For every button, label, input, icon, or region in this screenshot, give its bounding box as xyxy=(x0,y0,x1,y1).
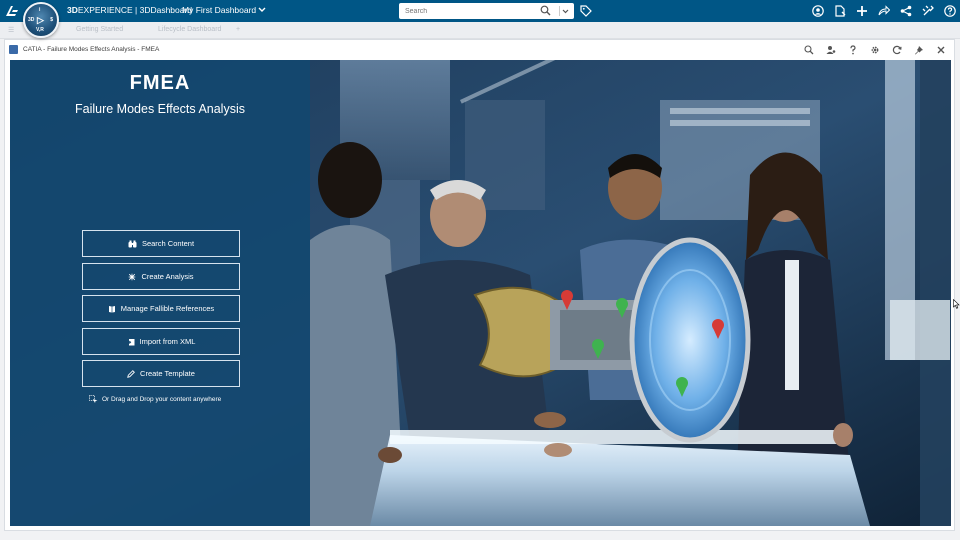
drag-drop-hint: Or Drag and Drop your content anywhere xyxy=(89,395,221,403)
search-options-dropdown[interactable] xyxy=(559,6,571,16)
close-icon[interactable] xyxy=(934,43,948,57)
widget-header: CATIA - Failure Modes Effects Analysis -… xyxy=(5,40,954,60)
dashboard-tab-strip: ☰ Getting Started Lifecycle Dashboard + xyxy=(0,22,960,39)
mouse-pointer-icon xyxy=(953,296,960,314)
drag-drop-text: Or Drag and Drop your content anywhere xyxy=(102,395,222,403)
fmea-widget: CATIA - Failure Modes Effects Analysis -… xyxy=(4,39,955,531)
top-bar: i 3D $ ▷ V,R 3DEXPERIENCE | 3DDashboard … xyxy=(0,0,960,38)
search-box xyxy=(399,3,574,19)
create-template-button[interactable]: Create Template xyxy=(82,360,240,387)
search-input[interactable] xyxy=(399,4,529,18)
import-icon xyxy=(126,338,135,345)
tab-lifecycle-dashboard[interactable]: Lifecycle Dashboard xyxy=(158,26,221,33)
search-icon[interactable] xyxy=(802,43,816,57)
user-settings-icon[interactable] xyxy=(824,43,838,57)
sparkle-icon xyxy=(128,272,137,281)
chevron-down-icon xyxy=(562,9,569,13)
share-icon[interactable] xyxy=(877,3,890,19)
import-from-xml-button[interactable]: Import from XML xyxy=(82,328,240,355)
chevron-down-icon xyxy=(258,7,266,12)
search-icon[interactable] xyxy=(540,5,551,16)
app-title: FMEA xyxy=(129,72,191,94)
tab-getting-started[interactable]: Getting Started xyxy=(76,26,123,33)
catia-app-icon xyxy=(9,45,18,54)
ds-logo-icon[interactable] xyxy=(3,3,21,19)
network-icon[interactable] xyxy=(899,3,912,19)
help-icon[interactable] xyxy=(943,3,956,19)
import-from-xml-label: Import from XML xyxy=(139,337,196,346)
help-icon[interactable] xyxy=(846,43,860,57)
pin-icon[interactable] xyxy=(912,43,926,57)
book-icon xyxy=(108,305,115,313)
create-analysis-label: Create Analysis xyxy=(141,272,194,281)
plus-icon[interactable] xyxy=(855,3,868,19)
binoculars-icon xyxy=(128,240,137,247)
brand-title: 3DEXPERIENCE | 3DDashboard xyxy=(67,5,192,15)
compass-icon[interactable]: i 3D $ ▷ V,R xyxy=(23,2,59,38)
refresh-icon[interactable] xyxy=(890,43,904,57)
create-template-label: Create Template xyxy=(140,369,195,378)
gear-icon[interactable] xyxy=(868,43,882,57)
tag-icon[interactable] xyxy=(580,4,592,22)
fmea-content: FMEA Failure Modes Effects Analysis Sear… xyxy=(10,60,951,526)
pencil-icon xyxy=(127,369,135,378)
brand-rest: EXPERIENCE | 3DDashboard xyxy=(77,5,193,15)
dashboard-selector[interactable]: My First Dashboard xyxy=(182,5,266,15)
add-tab-plus-icon[interactable]: + xyxy=(236,26,240,33)
search-content-button[interactable]: Search Content xyxy=(82,230,240,257)
search-content-label: Search Content xyxy=(141,239,195,248)
create-analysis-button[interactable]: Create Analysis xyxy=(82,263,240,290)
app-subtitle: Failure Modes Effects Analysis xyxy=(75,102,245,116)
compass-label: V,R xyxy=(36,27,44,33)
tab-list-icon[interactable]: ☰ xyxy=(8,26,14,34)
manage-fallible-references-button[interactable]: Manage Fallible References xyxy=(82,295,240,322)
fmea-left-panel: FMEA Failure Modes Effects Analysis Sear… xyxy=(10,60,310,526)
widget-title: CATIA - Failure Modes Effects Analysis -… xyxy=(23,46,160,53)
manage-fallible-references-label: Manage Fallible References xyxy=(120,304,215,313)
tools-icon[interactable] xyxy=(921,3,934,19)
dashboard-name: My First Dashboard xyxy=(182,5,257,15)
notes-icon[interactable] xyxy=(833,3,846,19)
drag-drop-icon xyxy=(89,395,98,403)
brand-bold: 3D xyxy=(67,5,78,15)
user-icon[interactable] xyxy=(811,3,824,19)
